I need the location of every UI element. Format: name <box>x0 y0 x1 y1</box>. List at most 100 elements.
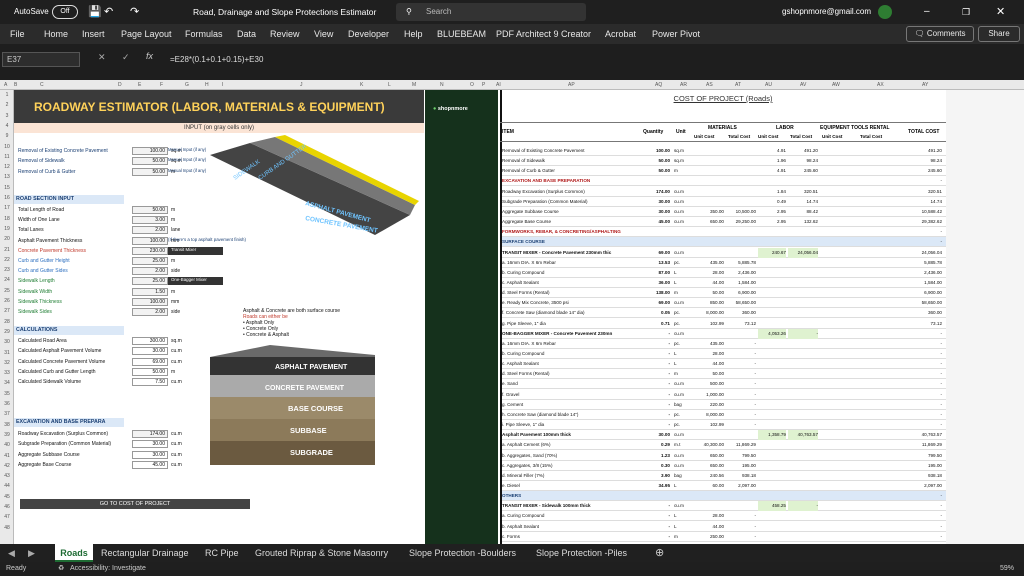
column-header[interactable]: E <box>138 80 141 90</box>
column-header[interactable]: I <box>222 80 223 90</box>
cost-row[interactable]: SURFACE COURSE - <box>502 237 946 248</box>
cost-row[interactable]: e. Diesel 34.95 L 60.00 2,097.00 2,097.00 <box>502 481 946 491</box>
row-value[interactable]: 230.00 <box>132 246 168 255</box>
row-header[interactable]: 30 <box>0 339 14 345</box>
column-header[interactable]: B <box>14 80 17 90</box>
row-header[interactable]: 1 <box>0 92 14 98</box>
share-button[interactable]: Share <box>978 26 1020 42</box>
menu-acrobat[interactable]: Acrobat <box>605 24 636 44</box>
menu-data[interactable]: Data <box>237 24 256 44</box>
cost-row[interactable]: Asphalt Pavement 100mm thick 30.00 cu.m 1,3… <box>502 430 946 441</box>
tab-rectangular-drainage[interactable]: Rectangular Drainage <box>101 544 189 562</box>
row-header[interactable]: 26 <box>0 298 14 304</box>
row-header[interactable]: 16 <box>0 195 14 201</box>
tab-slope-boulders[interactable]: Slope Protection -Boulders <box>409 544 516 562</box>
cost-row[interactable]: d. Mineral Filler (7%) 3.90 bag 240.56 938.1… <box>502 471 946 481</box>
row-header[interactable]: 23 <box>0 267 14 273</box>
column-header[interactable]: AT <box>735 80 741 90</box>
column-header[interactable]: AU <box>765 80 772 90</box>
column-header[interactable]: AQ <box>655 80 662 90</box>
close-icon[interactable]: ✕ <box>996 0 1005 24</box>
menu-help[interactable]: Help <box>404 24 423 44</box>
cost-row[interactable]: Aggregate Subbase Course 30.00 cu.m 350.00 1… <box>502 207 946 217</box>
menu-view[interactable]: View <box>314 24 333 44</box>
cost-row[interactable]: EXCAVATION AND BASE PREPARATION - <box>502 176 946 187</box>
column-header[interactable]: D <box>118 80 122 90</box>
doc-title[interactable]: Road, Drainage and Slope Protections Est… <box>193 0 376 24</box>
row-value[interactable]: 100.00 <box>132 147 168 155</box>
row-value[interactable]: 50.00 <box>132 167 168 176</box>
row-header[interactable]: 39 <box>0 432 14 438</box>
cost-row[interactable]: d. Steel Forms (Rental) 138.00 m 50.00 6,900… <box>502 288 946 299</box>
cost-row[interactable]: TRANSIT MIXER - Concrete Pavement 230mm … <box>502 247 946 258</box>
cost-row[interactable]: c. Asphalt Sealant - L 44.00- - <box>502 359 946 370</box>
cost-row[interactable]: a. 16mm DIA. X 6m Rebar - pc. 435.00- - <box>502 339 946 349</box>
row-header[interactable]: 42 <box>0 463 14 469</box>
column-header[interactable]: H <box>205 80 209 90</box>
row-header[interactable]: 29 <box>0 329 14 335</box>
row-header[interactable]: 19 <box>0 226 14 232</box>
cost-row[interactable]: b. Curing Compound - L 28.00- - <box>502 349 946 359</box>
column-header[interactable]: N <box>440 80 444 90</box>
row-value[interactable]: 25.00 <box>132 277 168 286</box>
column-header[interactable]: AS <box>706 80 713 90</box>
row-header[interactable]: 46 <box>0 504 14 510</box>
minimize-icon[interactable]: – <box>924 0 930 24</box>
row-header[interactable]: 31 <box>0 350 14 356</box>
cost-row[interactable]: Removal of Existing Concrete Pavement 100… <box>502 146 946 156</box>
accessibility-status[interactable]: Accessibility: Investigate <box>70 562 146 576</box>
row-header[interactable]: 4 <box>0 123 14 129</box>
row-header[interactable]: 34 <box>0 380 14 386</box>
row-value[interactable]: 69.00 <box>132 357 168 366</box>
search-box[interactable]: ⚲ Search <box>396 3 586 21</box>
row-header[interactable]: 32 <box>0 360 14 366</box>
formula-input[interactable]: =E28*(0.1+0.1+0.15)+E30 <box>170 52 1020 67</box>
row-value[interactable]: 7.50 <box>132 378 168 387</box>
menu-file[interactable]: File <box>10 24 25 44</box>
row-header[interactable]: 45 <box>0 494 14 500</box>
cost-row[interactable]: b. Aggregates, Sand (70%) 1.23 cu.m 650.00 7… <box>502 451 946 461</box>
row-header[interactable]: 40 <box>0 442 14 448</box>
row-value[interactable]: 174.00 <box>132 430 168 438</box>
row-header[interactable]: 41 <box>0 453 14 459</box>
tab-grouted-riprap[interactable]: Grouted Riprap & Stone Masonry <box>255 544 388 562</box>
redo-icon[interactable]: ↷ <box>130 0 139 24</box>
row-value[interactable]: 45.00 <box>132 460 168 469</box>
column-header[interactable]: AP <box>568 80 575 90</box>
row-header[interactable]: 17 <box>0 205 14 211</box>
undo-icon[interactable]: ↶ <box>104 0 113 24</box>
row-header[interactable]: 43 <box>0 473 14 479</box>
cost-row[interactable]: g. Cement - bag 220.00- - <box>502 400 946 410</box>
column-header[interactable]: AV <box>800 80 806 90</box>
account-email[interactable]: gshopnmore@gmail.com <box>782 0 871 24</box>
goto-cost-button[interactable]: GO TO COST OF PROJECT <box>20 499 250 509</box>
column-header[interactable]: L <box>388 80 391 90</box>
cost-row[interactable]: Roadway Excavation (Surplus Common) 174.0… <box>502 187 946 197</box>
column-header[interactable]: AI <box>496 80 501 90</box>
column-header[interactable]: G <box>185 80 189 90</box>
column-header[interactable]: C <box>40 80 44 90</box>
row-value[interactable]: 2.00 <box>132 308 168 316</box>
row-header[interactable]: 15 <box>0 185 14 191</box>
column-header[interactable]: AX <box>877 80 884 90</box>
tab-rc-pipe[interactable]: RC Pipe <box>205 544 239 562</box>
menu-page-layout[interactable]: Page Layout <box>121 24 172 44</box>
autosave-toggle[interactable]: Off <box>52 5 78 19</box>
cost-row[interactable]: Removal of Curb & Gutter 50.00 m 4.91 245.60… <box>502 166 946 177</box>
row-header[interactable]: 36 <box>0 401 14 407</box>
comments-button[interactable]: 🗨 Comments <box>906 26 974 42</box>
row-header[interactable]: 35 <box>0 391 14 397</box>
row-value[interactable]: 300.00 <box>132 337 168 345</box>
cost-row[interactable]: e. Sand - cu.m 500.00- - <box>502 379 946 390</box>
column-header[interactable]: P <box>482 80 485 90</box>
cost-row[interactable]: c. Asphalt Sealant 36.00 L 44.00 1,584.00 1,5… <box>502 278 946 288</box>
cost-row[interactable]: d. Steel Forms (Rental) - m 50.00- - <box>502 369 946 380</box>
column-header[interactable]: A <box>4 80 7 90</box>
row-header[interactable]: 33 <box>0 370 14 376</box>
tab-slope-piles[interactable]: Slope Protection -Piles <box>536 544 627 562</box>
cost-row[interactable]: c. Forms - m 250.00- - <box>502 532 946 542</box>
cost-row[interactable]: a. 16mm DIA. X 6m Rebar 13.53 pc. 435.00 5,8… <box>502 258 946 268</box>
row-value[interactable]: 25.00 <box>132 257 168 265</box>
row-header[interactable]: 12 <box>0 164 14 170</box>
row-header[interactable]: 18 <box>0 216 14 222</box>
